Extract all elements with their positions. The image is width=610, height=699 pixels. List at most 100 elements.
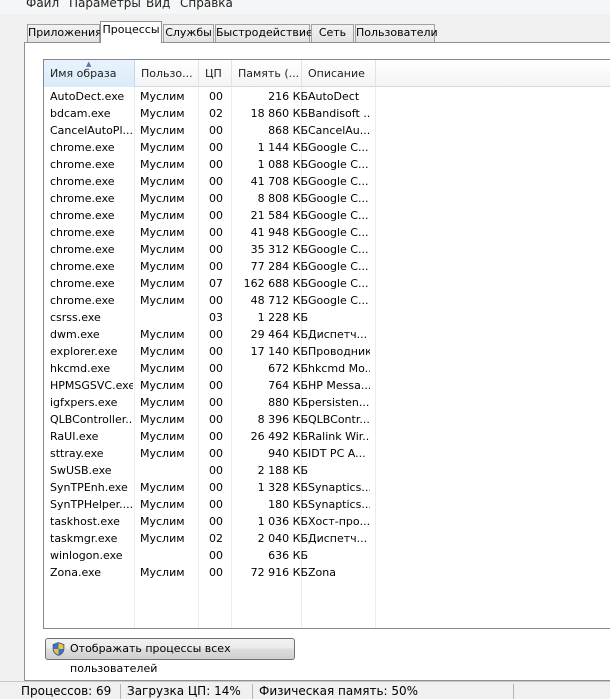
table-row[interactable]: HPMSGSVC.exe Муслим 00 764 КБ HP Messa... [44,377,610,394]
process-memory: 764 КБ [268,379,308,392]
process-rows: AutoDect.exe Муслим 00 216 КБ AutoDect bdcam.… [44,88,610,581]
process-cpu: 00 [209,549,223,562]
show-all-processes-button[interactable]: Отображать процессы всех пользователей [45,638,295,675]
process-description: AutoDect [308,90,360,103]
process-description: Synaptics... [308,481,370,494]
process-memory: 21 584 КБ [250,209,308,222]
process-description: Google C... [308,175,369,188]
table-row[interactable]: igfxpers.exe Муслим 00 880 КБ persisten... [44,394,610,411]
process-list[interactable]: ▲ Имя образа Пользо... ЦП Память (... Оп… [43,59,610,629]
process-cpu: 00 [209,396,223,409]
table-row[interactable]: hkcmd.exe Муслим 00 672 КБ hkcmd Mo... [44,360,610,377]
process-name: chrome.exe [50,192,115,205]
table-row[interactable]: chrome.exe Муслим 00 1 144 КБ Google C... [44,139,610,156]
process-user: Муслим [140,124,185,137]
tab-performance[interactable]: Быстродействие [215,24,313,42]
table-row[interactable]: SynTPHelper.... Муслим 00 180 КБ Synaptics..… [44,496,610,513]
process-name: chrome.exe [50,294,115,307]
table-row[interactable]: chrome.exe Муслим 00 21 584 КБ Google C... [44,207,610,224]
menu-help[interactable]: Справка [176,0,237,10]
process-cpu: 00 [209,158,223,171]
process-user: Муслим [140,328,185,341]
table-row[interactable]: AutoDect.exe Муслим 00 216 КБ AutoDect [44,88,610,105]
process-name: taskhost.exe [50,515,120,528]
process-memory: 2 188 КБ [257,464,308,477]
tab-services[interactable]: Службы [163,24,214,42]
process-description: Google C... [308,226,369,239]
tab-network[interactable]: Сеть [311,24,354,42]
column-image-name[interactable]: ▲ Имя образа [44,60,135,87]
process-description: IDT PC A... [308,447,366,460]
process-cpu: 00 [209,328,223,341]
process-memory: 41 708 КБ [250,175,308,188]
menu-view[interactable]: Вид [142,0,174,10]
table-row[interactable]: chrome.exe Муслим 00 41 708 КБ Google C... [44,173,610,190]
process-memory: 48 712 КБ [250,294,308,307]
table-row[interactable]: dwm.exe Муслим 00 29 464 КБ Диспетч... [44,326,610,343]
table-row[interactable]: CancelAutoPl... Муслим 00 868 КБ CancelAu... [44,122,610,139]
process-description: Проводник [308,345,370,358]
column-description[interactable]: Описание [302,60,376,87]
process-cpu: 00 [209,515,223,528]
process-cpu: 03 [209,311,223,324]
table-row[interactable]: SynTPEnh.exe Муслим 00 1 328 КБ Synaptics... [44,479,610,496]
process-user: Муслим [140,566,185,579]
process-name: chrome.exe [50,243,115,256]
table-row[interactable]: taskhost.exe Муслим 00 1 036 КБ Хост-про... [44,513,610,530]
process-name: winlogon.exe [50,549,123,562]
process-memory: 868 КБ [268,124,308,137]
table-row[interactable]: csrss.exe 03 1 228 КБ [44,309,610,326]
menu-options[interactable]: Параметры [65,0,145,10]
process-memory: 29 464 КБ [250,328,308,341]
table-row[interactable]: Zona.exe Муслим 00 72 916 КБ Zona [44,564,610,581]
process-cpu: 00 [209,90,223,103]
process-cpu: 00 [209,260,223,273]
process-description: Хост-про... [308,515,370,528]
process-memory: 18 860 КБ [250,107,308,120]
process-user: Муслим [140,515,185,528]
process-cpu: 00 [209,379,223,392]
table-row[interactable]: winlogon.exe 00 636 КБ [44,547,610,564]
table-row[interactable]: chrome.exe Муслим 07 162 688 КБ Google C... [44,275,610,292]
process-cpu: 00 [209,464,223,477]
tab-processes[interactable]: Процессы [100,21,162,43]
process-user: Муслим [140,175,185,188]
table-row[interactable]: chrome.exe Муслим 00 1 088 КБ Google C... [44,156,610,173]
column-memory[interactable]: Память (... [232,60,302,87]
process-name: chrome.exe [50,158,115,171]
table-row[interactable]: bdcam.exe Муслим 02 18 860 КБ Bandisoft ... [44,105,610,122]
table-row[interactable]: RaUI.exe Муслим 00 26 492 КБ Ralink Wir... [44,428,610,445]
process-name: SynTPHelper.... [50,498,133,511]
table-row[interactable]: sttray.exe Муслим 00 940 КБ IDT PC A... [44,445,610,462]
table-row[interactable]: QLBController... Муслим 00 8 396 КБ QLBContr… [44,411,610,428]
process-description: Google C... [308,260,369,273]
table-row[interactable]: taskmgr.exe Муслим 02 2 040 КБ Диспетч... [44,530,610,547]
status-separator [252,684,253,699]
menu-file[interactable]: Файл [22,0,63,10]
process-user: Муслим [140,260,185,273]
table-row[interactable]: chrome.exe Муслим 00 35 312 КБ Google C... [44,241,610,258]
show-all-processes-label: Отображать процессы всех пользователей [70,642,231,675]
process-user: Муслим [140,141,185,154]
table-row[interactable]: explorer.exe Муслим 00 17 140 КБ Проводник [44,343,610,360]
table-row[interactable]: SwUSB.exe 00 2 188 КБ [44,462,610,479]
process-user: Муслим [140,107,185,120]
tab-users[interactable]: Пользователи [355,24,438,42]
process-user: Муслим [140,430,185,443]
tab-applications[interactable]: Приложения [27,24,102,42]
process-user: Муслим [140,345,185,358]
table-row[interactable]: chrome.exe Муслим 00 8 808 КБ Google C... [44,190,610,207]
column-user[interactable]: Пользо... [135,60,199,87]
process-name: CancelAutoPl... [50,124,133,137]
uac-shield-icon [52,642,65,656]
process-user: Муслим [140,532,185,545]
process-name: igfxpers.exe [50,396,118,409]
process-memory: 162 688 КБ [243,277,308,290]
column-cpu[interactable]: ЦП [199,60,232,87]
table-row[interactable]: chrome.exe Муслим 00 77 284 КБ Google C... [44,258,610,275]
process-memory: 41 948 КБ [250,226,308,239]
table-row[interactable]: chrome.exe Муслим 00 41 948 КБ Google C... [44,224,610,241]
process-user: Муслим [140,209,185,222]
table-row[interactable]: chrome.exe Муслим 00 48 712 КБ Google C... [44,292,610,309]
process-name: chrome.exe [50,226,115,239]
